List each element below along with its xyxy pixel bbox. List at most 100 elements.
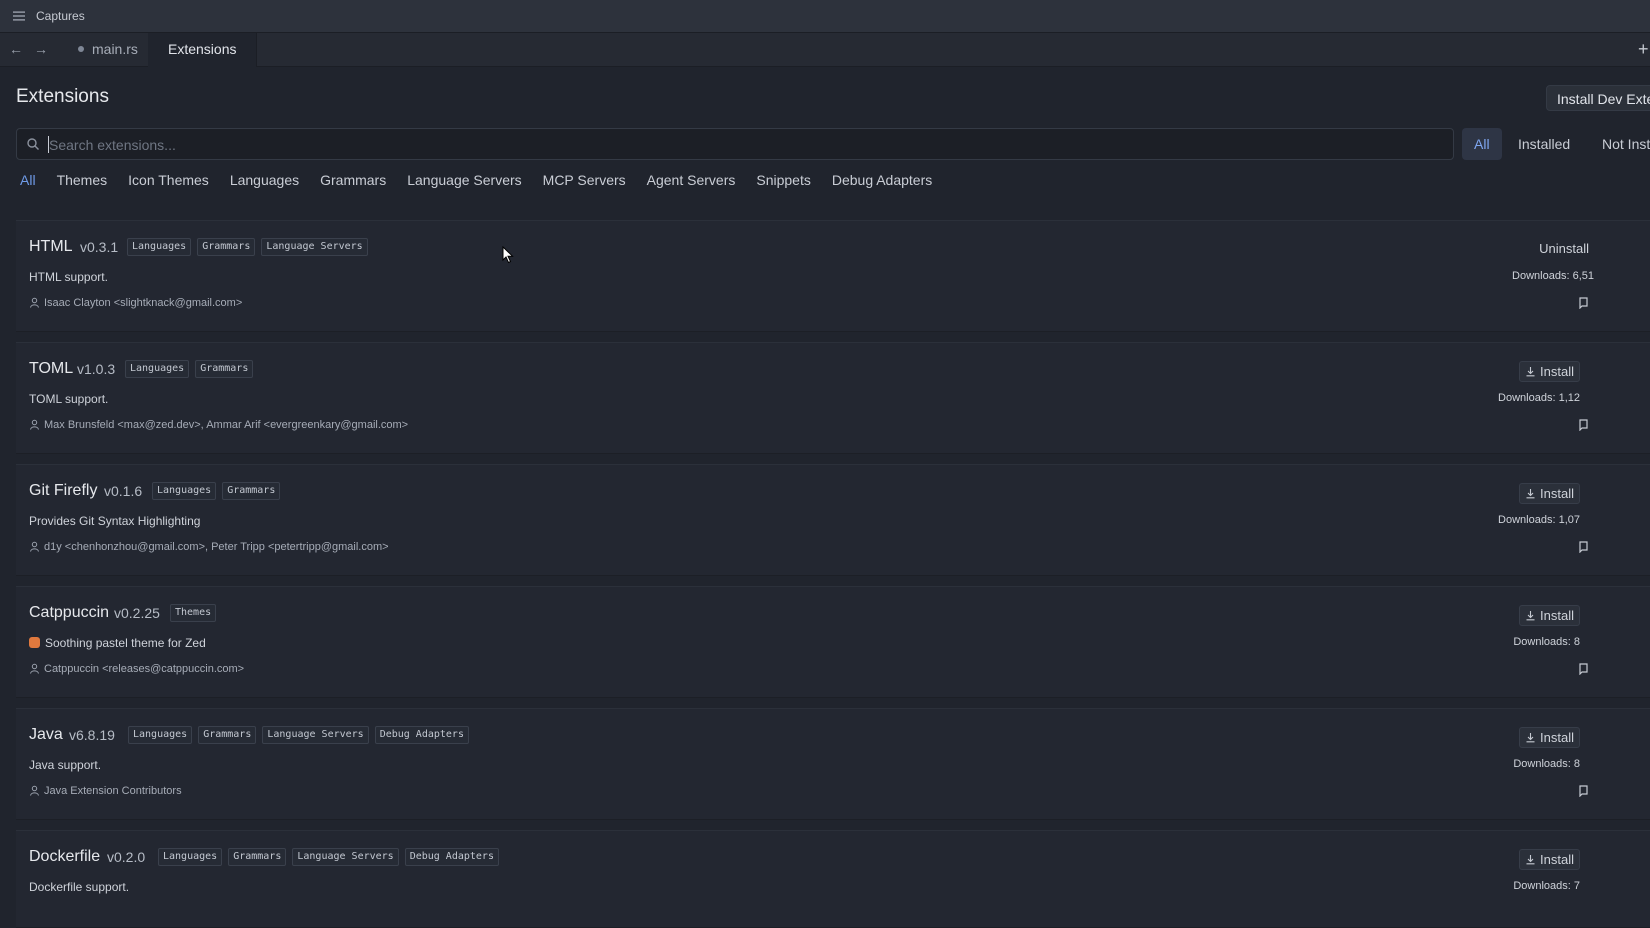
- title-bar: Captures: [0, 0, 1650, 33]
- repository-link-icon[interactable]: [1578, 663, 1590, 675]
- tag: Grammars: [228, 848, 287, 866]
- category-languages[interactable]: Languages: [226, 172, 303, 188]
- repository-link-icon[interactable]: [1578, 297, 1590, 309]
- install-dev-extension-button[interactable]: Install Dev Extension: [1546, 85, 1650, 111]
- text-caret: [48, 136, 49, 153]
- hamburger-menu-icon[interactable]: [12, 9, 26, 23]
- repository-link-icon[interactable]: [1578, 419, 1590, 431]
- uninstall-button[interactable]: Uninstall: [1534, 239, 1594, 258]
- filter-not-installed[interactable]: Not Installed: [1590, 128, 1650, 160]
- extension-version: v1.0.3: [77, 361, 116, 377]
- tab-extensions[interactable]: Extensions: [148, 33, 258, 67]
- tag: Languages: [125, 360, 190, 378]
- category-debug-adapters[interactable]: Debug Adapters: [828, 172, 936, 188]
- extension-authors: Max Brunsfeld <max@zed.dev>, Ammar Arif …: [29, 419, 408, 431]
- person-icon: [30, 663, 39, 674]
- extension-card-toml[interactable]: TOML v1.0.3 Languages Grammars TOML supp…: [16, 342, 1650, 454]
- category-language-servers[interactable]: Language Servers: [403, 172, 525, 188]
- install-label: Install: [1540, 608, 1574, 623]
- mouse-cursor-icon: [502, 246, 514, 264]
- extension-version: v0.2.0: [107, 849, 146, 865]
- install-label: Install: [1540, 364, 1574, 379]
- extension-card-java[interactable]: Java v6.8.19 Languages Grammars Language…: [16, 708, 1650, 820]
- extension-description: Java support.: [29, 758, 102, 772]
- tag: Languages: [128, 726, 193, 744]
- tag: Debug Adapters: [404, 848, 499, 866]
- extension-authors: Isaac Clayton <slightknack@gmail.com>: [29, 297, 242, 309]
- extension-version: v0.2.25: [114, 605, 160, 621]
- extension-name: Dockerfile: [29, 848, 101, 865]
- tag: Language Servers: [261, 238, 368, 256]
- extension-tags: Languages Grammars Language Servers: [127, 238, 368, 256]
- install-button[interactable]: Install: [1519, 849, 1580, 870]
- category-snippets[interactable]: Snippets: [752, 172, 814, 188]
- extension-card-html[interactable]: HTML v0.3.1 Languages Grammars Language …: [16, 220, 1650, 332]
- install-button[interactable]: Install: [1519, 483, 1580, 504]
- category-grammars[interactable]: Grammars: [316, 172, 390, 188]
- person-icon: [30, 297, 39, 308]
- author-text: Max Brunsfeld <max@zed.dev>, Ammar Arif …: [44, 419, 409, 431]
- extension-tags: Languages Grammars: [152, 482, 281, 500]
- extension-name: HTML: [29, 238, 73, 255]
- download-icon: [1526, 367, 1535, 377]
- app-title: Captures: [36, 9, 85, 23]
- tag: Grammars: [197, 238, 256, 256]
- install-button[interactable]: Install: [1519, 361, 1580, 382]
- category-filter-row: All Themes Icon Themes Languages Grammars Lan…: [16, 172, 949, 194]
- download-icon: [1526, 855, 1535, 865]
- tab-bar: ← → main.rs Extensions +: [0, 33, 1650, 67]
- extension-name: Git Firefly: [29, 482, 98, 499]
- install-button[interactable]: Install: [1519, 605, 1580, 626]
- extension-authors: Catppuccin <releases@catppuccin.com>: [29, 663, 244, 675]
- tag: Debug Adapters: [374, 726, 469, 744]
- repository-link-icon[interactable]: [1578, 785, 1590, 797]
- search-box[interactable]: [16, 128, 1454, 160]
- extension-version: v0.3.1: [80, 239, 119, 255]
- install-button[interactable]: Install: [1519, 727, 1580, 748]
- new-tab-plus-icon[interactable]: +: [1638, 39, 1650, 59]
- tab-label: main.rs: [92, 41, 138, 57]
- author-text: Isaac Clayton <slightknack@gmail.com>: [44, 297, 243, 309]
- description-text: Soothing pastel theme for Zed: [45, 636, 206, 650]
- download-count: Downloads: 8: [1513, 758, 1580, 770]
- forward-arrow-icon[interactable]: →: [32, 40, 50, 58]
- extension-description: Soothing pastel theme for Zed: [29, 636, 206, 650]
- extension-card-dockerfile[interactable]: Dockerfile v0.2.0 Languages Grammars Lan…: [16, 830, 1650, 928]
- category-all[interactable]: All: [16, 172, 40, 188]
- extension-description: TOML support.: [29, 392, 109, 406]
- download-count: Downloads: 7: [1513, 880, 1580, 892]
- install-label: Install: [1540, 730, 1574, 745]
- extension-name: Java: [29, 726, 63, 743]
- extension-tags: Themes: [170, 604, 217, 622]
- download-count: Downloads: 6,51: [1512, 270, 1594, 282]
- extension-description: HTML support.: [29, 270, 108, 284]
- tab-main-rs[interactable]: main.rs: [58, 33, 159, 66]
- back-arrow-icon[interactable]: ←: [7, 40, 25, 58]
- search-input[interactable]: [47, 133, 1431, 157]
- extension-version: v0.1.6: [104, 483, 143, 499]
- download-count: Downloads: 8: [1513, 636, 1580, 648]
- download-count: Downloads: 1,12: [1498, 392, 1580, 404]
- tag: Languages: [158, 848, 223, 866]
- cat-emoji-icon: [29, 637, 40, 649]
- extension-card-git-firefly[interactable]: Git Firefly v0.1.6 Languages Grammars Pr…: [16, 464, 1650, 576]
- tag: Grammars: [198, 726, 257, 744]
- category-icon-themes[interactable]: Icon Themes: [124, 172, 213, 188]
- download-icon: [1526, 489, 1535, 499]
- page-title: Extensions: [16, 86, 109, 107]
- person-icon: [30, 785, 39, 796]
- repository-link-icon[interactable]: [1578, 541, 1590, 553]
- install-label: Install: [1540, 486, 1574, 501]
- tag: Grammars: [195, 360, 254, 378]
- filter-installed[interactable]: Installed: [1506, 128, 1582, 160]
- extension-tags: Languages Grammars Language Servers Debu…: [128, 726, 469, 744]
- category-themes[interactable]: Themes: [53, 172, 112, 188]
- extension-card-catppuccin[interactable]: Catppuccin v0.2.25 Themes Soothing paste…: [16, 586, 1650, 698]
- category-agent-servers[interactable]: Agent Servers: [643, 172, 740, 188]
- filter-all[interactable]: All: [1462, 128, 1502, 160]
- category-mcp-servers[interactable]: MCP Servers: [539, 172, 630, 188]
- download-icon: [1526, 611, 1535, 621]
- extension-tags: Languages Grammars Language Servers Debu…: [158, 848, 499, 866]
- tag: Languages: [152, 482, 217, 500]
- tag: Languages: [127, 238, 192, 256]
